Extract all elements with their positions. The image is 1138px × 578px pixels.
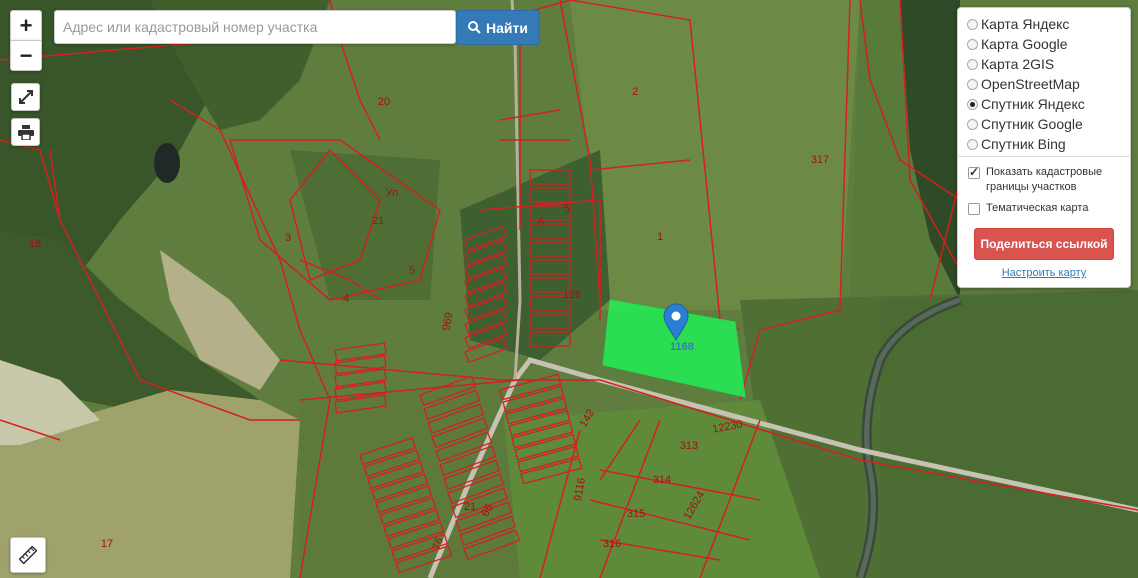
layer-option-bing-satellite[interactable]: Спутник Bing [967, 135, 1066, 153]
search-button-label: Найти [486, 19, 528, 36]
radio-button[interactable] [967, 38, 978, 50]
radio-button[interactable] [967, 118, 978, 130]
selected-parcel-label: 1168 [670, 341, 694, 353]
parcel-number-label: 126 [563, 289, 581, 301]
search-input[interactable] [54, 10, 456, 44]
radio-button[interactable] [967, 18, 978, 30]
parcel-number-label: 2 [632, 86, 638, 98]
layer-option-yandex-map[interactable]: Карта Яндекс [967, 15, 1069, 33]
layer-option-label: Карта Google [981, 36, 1068, 52]
parcel-number-label: 20 [378, 96, 390, 108]
parcel-number-label: 317 [811, 154, 829, 166]
layer-option-label: Карта Яндекс [981, 16, 1070, 32]
parcel-number-label: 17 [101, 538, 113, 550]
parcel-number-label: 3 [285, 232, 291, 244]
layer-option-yandex-satellite[interactable]: Спутник Яндекс [967, 95, 1085, 113]
parcel-number-label: 314 [653, 474, 671, 486]
radio-button[interactable] [967, 138, 978, 150]
layer-option-2gis-map[interactable]: Карта 2GIS [967, 55, 1054, 73]
layers-panel: Карта Яндекс Карта Google Карта 2GIS Ope… [957, 7, 1131, 288]
configure-map-link[interactable]: Настроить карту [958, 267, 1130, 279]
radio-button-selected[interactable] [967, 98, 978, 110]
parcel-number-label: 5 [409, 265, 415, 277]
radio-button[interactable] [967, 78, 978, 90]
layer-option-label: OpenStreetMap [981, 76, 1080, 92]
checkbox[interactable] [968, 165, 980, 180]
measure-button[interactable] [10, 537, 46, 573]
search-icon [468, 21, 481, 34]
checkbox[interactable] [968, 203, 980, 215]
expand-icon [18, 90, 33, 104]
parcel-number-label: 5 [564, 203, 570, 215]
ruler-icon [19, 546, 37, 564]
parcel-number-label: Ул [386, 187, 399, 199]
parcel-number-label: 21 [464, 501, 476, 513]
parcel-number-label: 18 [29, 238, 41, 250]
zoom-out-button[interactable]: − [10, 40, 42, 71]
thematic-map-toggle[interactable]: Тематическая карта [968, 201, 1088, 216]
search-button[interactable]: Найти [456, 10, 540, 45]
parcel-number-label: 316 [603, 538, 621, 550]
parcel-number-label: 6 [538, 216, 544, 228]
thematic-map-label: Тематическая карта [986, 202, 1089, 214]
share-link-button[interactable]: Поделиться ссылкой [974, 228, 1114, 260]
show-boundaries-label: Показать кадастровые границы участков [986, 166, 1103, 193]
print-button[interactable] [11, 118, 40, 146]
fullscreen-button[interactable] [11, 83, 40, 111]
zoom-in-button[interactable]: + [10, 10, 42, 41]
layer-option-google-map[interactable]: Карта Google [967, 35, 1068, 53]
layer-option-openstreetmap[interactable]: OpenStreetMap [967, 75, 1080, 93]
layer-option-label: Спутник Google [981, 116, 1083, 132]
show-boundaries-toggle[interactable]: Показать кадастровые границы участков [968, 165, 1118, 195]
parcel-number-label: 315 [627, 508, 645, 520]
parcel-number-label: 313 [680, 440, 698, 452]
parcel-number-label: 21 [372, 215, 384, 227]
layer-option-label: Спутник Bing [981, 136, 1066, 152]
radio-button[interactable] [967, 58, 978, 70]
printer-icon [17, 124, 34, 140]
layer-option-label: Спутник Яндекс [981, 96, 1085, 112]
parcel-number-label: 4 [343, 293, 349, 305]
layer-option-label: Карта 2GIS [981, 56, 1055, 72]
divider [958, 156, 1130, 157]
parcel-number-label: 1 [657, 231, 663, 243]
layer-option-google-satellite[interactable]: Спутник Google [967, 115, 1083, 133]
